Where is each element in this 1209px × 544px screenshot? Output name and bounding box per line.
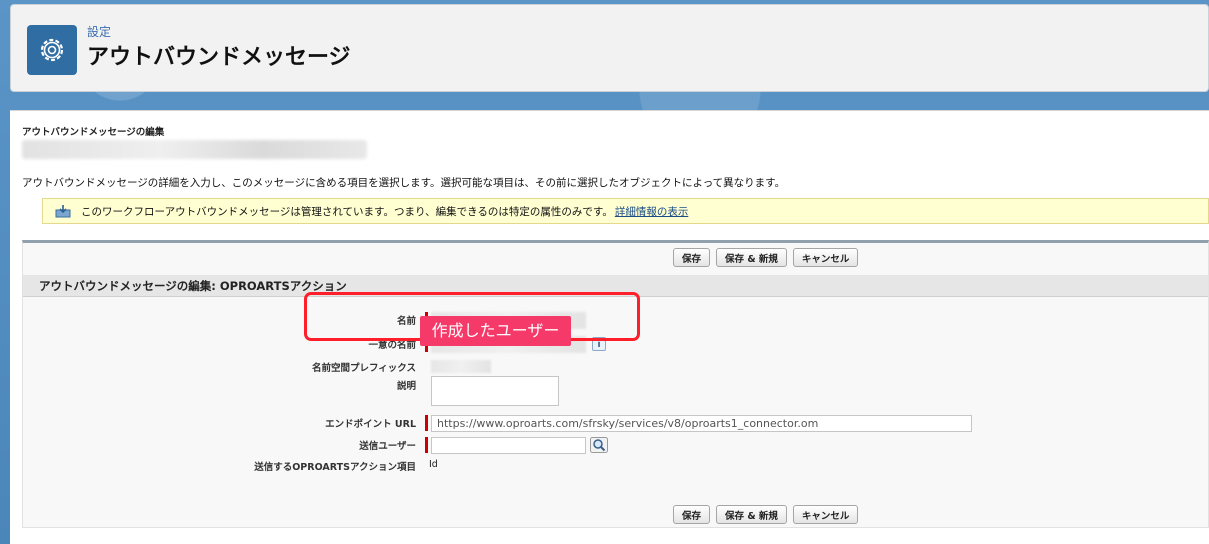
endpoint-url-input[interactable]: https://www.oproarts.com/sfrsky/services…	[431, 415, 972, 432]
description-textarea[interactable]	[431, 376, 559, 406]
top-button-row: 保存 保存 & 新規 キャンセル	[673, 248, 859, 267]
cancel-button[interactable]: キャンセル	[792, 248, 859, 267]
details-link[interactable]: 詳細情報の表示	[615, 204, 689, 219]
intro-text: アウトバウンドメッセージの詳細を入力し、このメッセージに含める項目を選択します。…	[22, 177, 786, 189]
managed-notice: このワークフローアウトバウンドメッセージは管理されています。つまり、編集できるの…	[42, 198, 1209, 224]
endpoint-row: エンドポイント URL https://www.oproarts.com/sfr…	[23, 413, 1208, 435]
page-title: アウトバウンドメッセージ	[87, 45, 351, 70]
magnifier-lookup-icon[interactable]	[590, 437, 608, 453]
description-label: 説明	[396, 381, 416, 392]
blurred-record-name	[22, 140, 367, 159]
breadcrumb[interactable]: 設定	[87, 23, 111, 40]
gear-icon	[27, 25, 77, 75]
endpoint-label: エンドポイント URL	[325, 419, 416, 430]
cancel-button[interactable]: キャンセル	[792, 505, 859, 524]
send-fields-label: 送信するOPROARTSアクション項目	[254, 462, 416, 473]
namespace-label: 名前空間プレフィックス	[311, 363, 416, 374]
bottom-button-row: 保存 保存 & 新規 キャンセル	[673, 505, 859, 524]
description-row: 説明	[23, 374, 1208, 414]
save-new-button[interactable]: 保存 & 新規	[716, 505, 787, 524]
sender-label: 送信ユーザー	[359, 441, 416, 452]
sender-row: 送信ユーザー	[23, 435, 1208, 457]
required-marker	[425, 437, 428, 453]
managed-package-icon	[55, 204, 71, 218]
page-header: 設定 アウトバウンドメッセージ	[10, 4, 1209, 92]
sender-user-input[interactable]	[431, 437, 586, 454]
send-fields-value: Id	[429, 459, 438, 470]
notice-text: このワークフローアウトバウンドメッセージは管理されています。つまり、編集できるの…	[81, 205, 613, 218]
save-new-button[interactable]: 保存 & 新規	[716, 248, 787, 267]
namespace-value	[431, 360, 491, 373]
save-button[interactable]: 保存	[673, 248, 711, 267]
required-marker	[425, 415, 428, 431]
send-fields-row: 送信するOPROARTSアクション項目 Id	[23, 457, 1208, 479]
save-button[interactable]: 保存	[673, 505, 711, 524]
edit-panel: 保存 保存 & 新規 キャンセル アウトバウンドメッセージの編集: OPROAR…	[22, 240, 1209, 528]
annotation-label: 作成したユーザー	[420, 316, 571, 346]
edit-subtitle: アウトバウンドメッセージの編集	[22, 127, 165, 138]
